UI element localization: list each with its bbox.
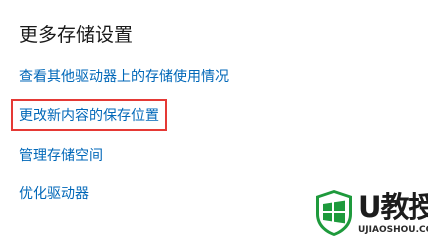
section-title: 更多存储设置 <box>19 24 134 46</box>
manage-storage-spaces-link[interactable]: 管理存储空间 <box>19 146 103 166</box>
watermark-brand: U教授 <box>358 190 428 224</box>
view-other-drives-storage-link[interactable]: 查看其他驱动器上的存储使用情况 <box>19 67 229 87</box>
change-save-location-link[interactable]: 更改新内容的保存位置 <box>19 106 159 126</box>
watermark: U教授 UJIAOSHOU.COM <box>300 186 428 242</box>
windows-shield-logo-icon <box>316 190 352 236</box>
optimize-drives-link[interactable]: 优化驱动器 <box>19 184 89 204</box>
watermark-url: UJIAOSHOU.COM <box>358 225 428 235</box>
